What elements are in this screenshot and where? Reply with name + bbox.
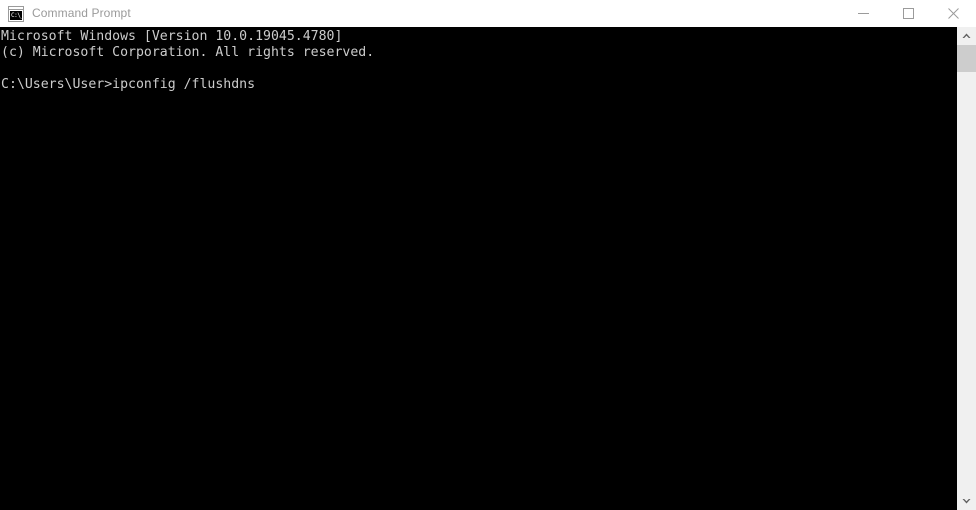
window-title: Command Prompt [32, 6, 131, 20]
title-bar[interactable]: C:\_ Command Prompt [0, 0, 976, 27]
command-prompt-icon: C:\_ [8, 5, 24, 22]
icon-title-strip [9, 6, 23, 10]
console-scrollbar[interactable] [957, 27, 976, 510]
icon-screen-glyph: C:\_ [10, 10, 22, 20]
minimize-icon [858, 13, 869, 14]
console-output-area[interactable]: Microsoft Windows [Version 10.0.19045.47… [0, 27, 957, 510]
scroll-up-icon [962, 33, 971, 38]
scroll-up-button[interactable] [957, 27, 976, 45]
scrollbar-thumb[interactable] [957, 45, 976, 72]
command-prompt-window: C:\_ Command Prompt Microsoft [0, 0, 976, 510]
console-text: Microsoft Windows [Version 10.0.19045.47… [1, 29, 375, 92]
minimize-button[interactable] [841, 0, 886, 27]
scroll-down-icon [962, 499, 971, 504]
maximize-button[interactable] [886, 0, 931, 27]
scrollbar-track[interactable] [957, 45, 976, 492]
close-icon [948, 8, 959, 19]
maximize-icon [903, 8, 914, 19]
scroll-down-button[interactable] [957, 492, 976, 510]
close-button[interactable] [931, 0, 976, 27]
window-controls [841, 0, 976, 27]
